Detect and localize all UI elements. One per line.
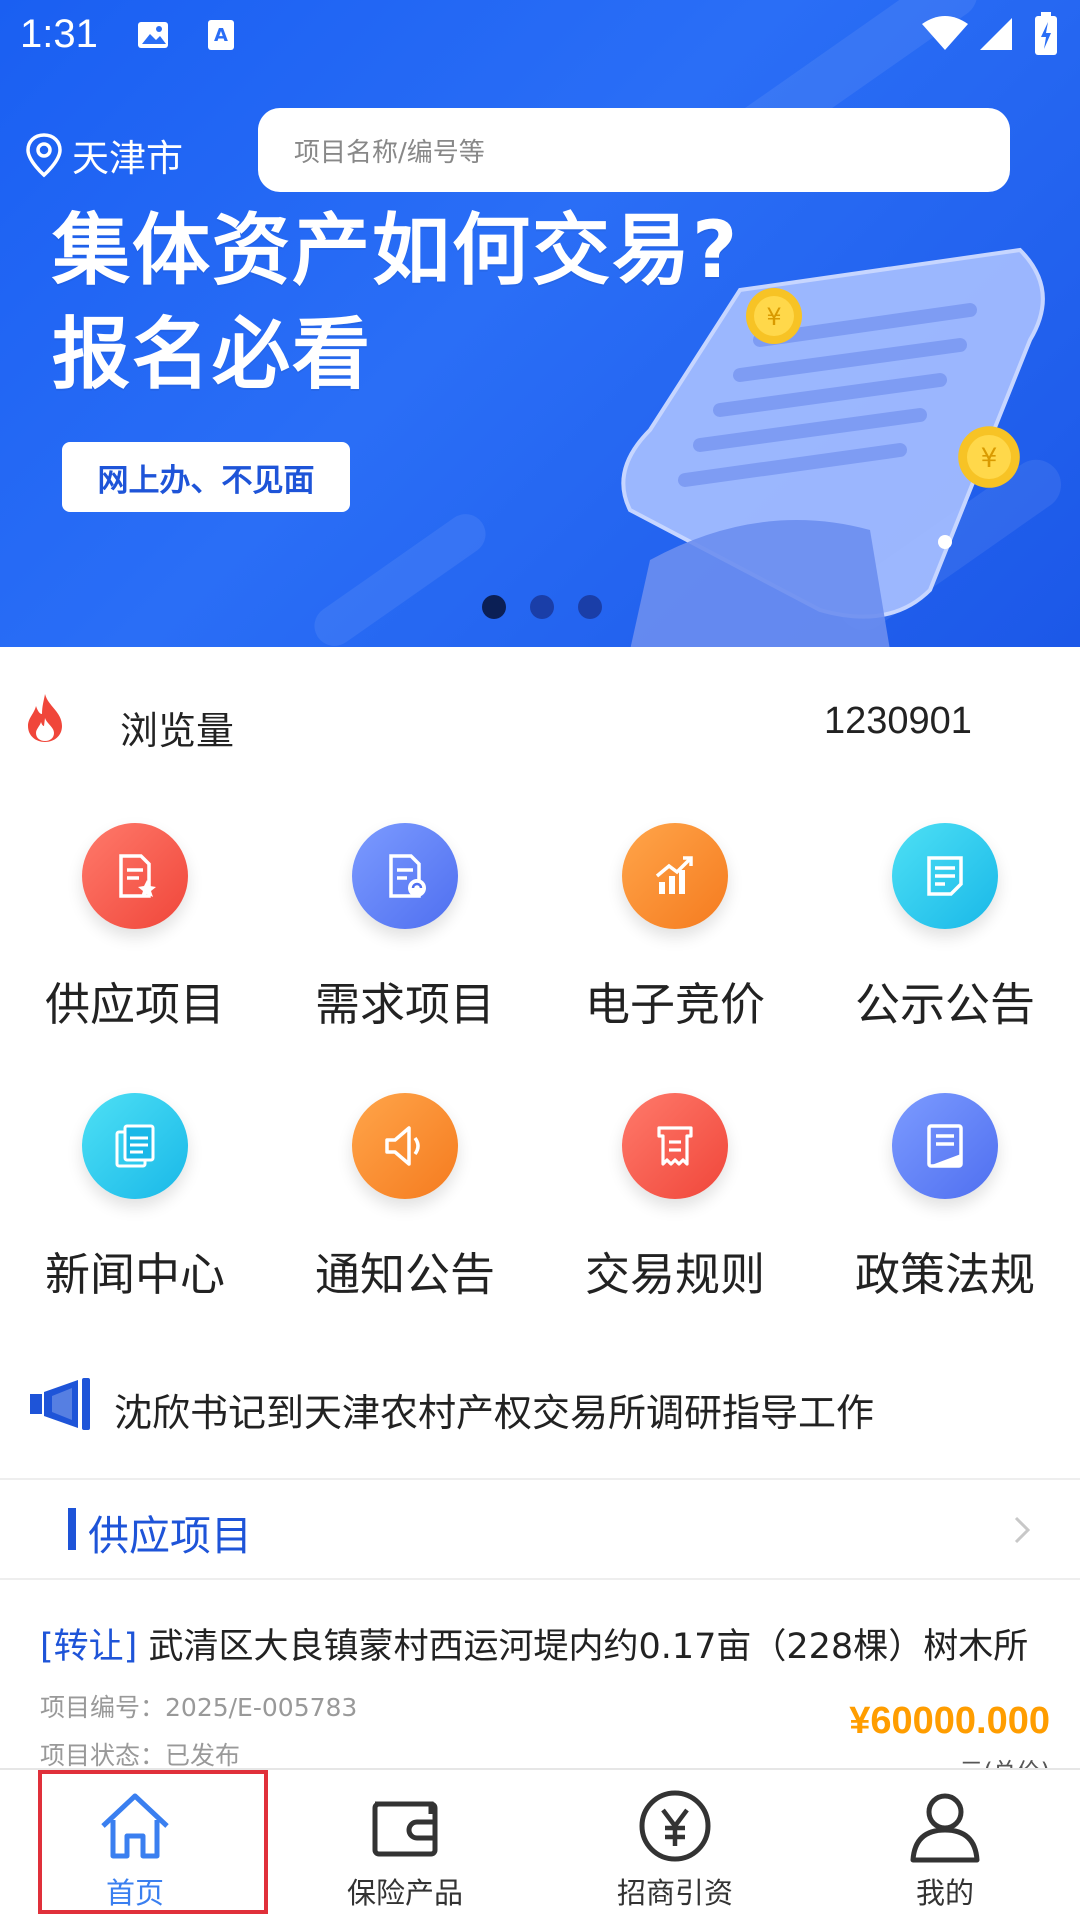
chevron-right-icon <box>1014 1516 1031 1544</box>
menu-item-label: 电子竞价 <box>584 978 765 1031</box>
svg-text:¥: ¥ <box>766 303 781 331</box>
project-status: 项目状态：已发布 <box>40 1736 240 1772</box>
menu-item-demand[interactable]: 需求项目 <box>270 820 540 1050</box>
menu-item-bidding[interactable]: 电子竞价 <box>540 820 810 1050</box>
project-number: 项目编号：2025/E-005783 <box>40 1688 357 1724</box>
yuan-icon <box>639 1790 711 1862</box>
menu-item-announcement[interactable]: 通知公告 <box>270 1090 540 1320</box>
tab-label: 保险产品 <box>346 1876 463 1910</box>
banner-headline-line1: 集体资产如何交易? <box>52 206 740 296</box>
signal-icon <box>980 18 1012 50</box>
views-row: 浏览量 1230901 <box>0 680 1080 760</box>
banner-carousel[interactable]: ¥ ¥ 集体资产如何交易? 报名必看 网上办、不见面 1:31 A 天津市 项目… <box>0 0 1080 647</box>
selection-highlight <box>38 1770 268 1914</box>
notice-doc-icon <box>892 823 998 929</box>
section-accent-bar <box>68 1508 76 1550</box>
location-pin-icon <box>26 133 62 178</box>
carousel-dot[interactable] <box>530 595 554 619</box>
carousel-indicator <box>482 595 626 619</box>
wifi-icon <box>922 16 968 50</box>
project-status-value: 已发布 <box>165 1741 241 1770</box>
menu-item-notice[interactable]: 公示公告 <box>810 820 1080 1050</box>
location-label: 天津市 <box>72 137 183 180</box>
banner-headline-line2: 报名必看 <box>52 310 373 400</box>
a-notification-icon: A <box>208 20 234 50</box>
menu-item-label: 供应项目 <box>44 978 225 1031</box>
search-input[interactable]: 项目名称/编号等 <box>258 108 1010 192</box>
location-selector[interactable]: 天津市 <box>24 128 183 182</box>
menu-item-label: 公示公告 <box>854 978 1035 1031</box>
status-bar: 1:31 A <box>0 0 1080 72</box>
tab-mine[interactable]: 我的 <box>810 1770 1080 1920</box>
carousel-dot[interactable] <box>578 595 602 619</box>
tab-label: 我的 <box>915 1876 974 1910</box>
menu-item-label: 需求项目 <box>314 978 495 1031</box>
news-icon <box>82 1093 188 1199</box>
flame-icon <box>28 694 62 742</box>
search-placeholder: 项目名称/编号等 <box>294 137 485 168</box>
project-number-value: 2025/E-005783 <box>165 1693 358 1722</box>
ticker-text: 沈欣书记到天津农村产权交易所调研指导工作 <box>114 1391 875 1435</box>
carousel-dot[interactable] <box>482 595 506 619</box>
menu-item-news[interactable]: 新闻中心 <box>0 1090 270 1320</box>
megaphone-icon <box>30 1378 90 1430</box>
gallery-notification-icon <box>138 22 168 48</box>
receipt-icon <box>622 1093 728 1199</box>
svg-text:¥: ¥ <box>981 443 998 474</box>
project-price: ¥60000.000 <box>849 1700 1050 1742</box>
project-number-label: 项目编号： <box>40 1693 166 1722</box>
project-title: [转让] 武清区大良镇蒙村西运河堤内约0.17亩（228棵）树木所 <box>40 1618 1028 1669</box>
battery-icon <box>1035 12 1057 55</box>
policy-book-icon <box>892 1093 998 1199</box>
coin-icon: ¥ <box>746 288 802 344</box>
banner-badge: 网上办、不见面 <box>62 442 350 512</box>
project-status-label: 项目状态： <box>40 1741 166 1770</box>
project-card[interactable]: [转让] 武清区大良镇蒙村西运河堤内约0.17亩（228棵）树木所 项目编号：2… <box>0 1582 1080 1772</box>
coin-icon: ¥ <box>958 426 1020 488</box>
section-title: 供应项目 <box>88 1512 252 1560</box>
supply-doc-icon <box>82 823 188 929</box>
menu-item-label: 政策法规 <box>854 1248 1035 1301</box>
views-count: 1230901 <box>824 700 972 742</box>
menu-item-rules[interactable]: 交易规则 <box>540 1090 810 1320</box>
status-time: 1:31 <box>20 12 98 56</box>
divider <box>0 1578 1080 1580</box>
menu-item-label: 新闻中心 <box>44 1248 225 1301</box>
menu-item-supply[interactable]: 供应项目 <box>0 820 270 1050</box>
tab-label: 招商引资 <box>616 1876 733 1910</box>
tab-investment[interactable]: 招商引资 <box>540 1770 810 1920</box>
tab-insurance[interactable]: 保险产品 <box>270 1770 540 1920</box>
svg-text:A: A <box>214 25 228 46</box>
wallet-icon <box>372 1801 438 1857</box>
menu-item-policy[interactable]: 政策法规 <box>810 1090 1080 1320</box>
views-label: 浏览量 <box>120 709 235 753</box>
supply-section-header[interactable]: 供应项目 <box>0 1482 1080 1578</box>
bid-chart-icon <box>622 823 728 929</box>
news-ticker[interactable]: 沈欣书记到天津农村产权交易所调研指导工作 <box>0 1372 1080 1452</box>
divider <box>0 1478 1080 1480</box>
menu-item-label: 通知公告 <box>314 1248 495 1301</box>
speaker-icon <box>352 1093 458 1199</box>
menu-item-label: 交易规则 <box>584 1248 765 1301</box>
user-icon <box>910 1793 980 1863</box>
demand-doc-icon <box>352 823 458 929</box>
project-title-text: 武清区大良镇蒙村西运河堤内约0.17亩（228棵）树木所 <box>148 1627 1029 1667</box>
project-tag: [转让] <box>40 1627 138 1667</box>
